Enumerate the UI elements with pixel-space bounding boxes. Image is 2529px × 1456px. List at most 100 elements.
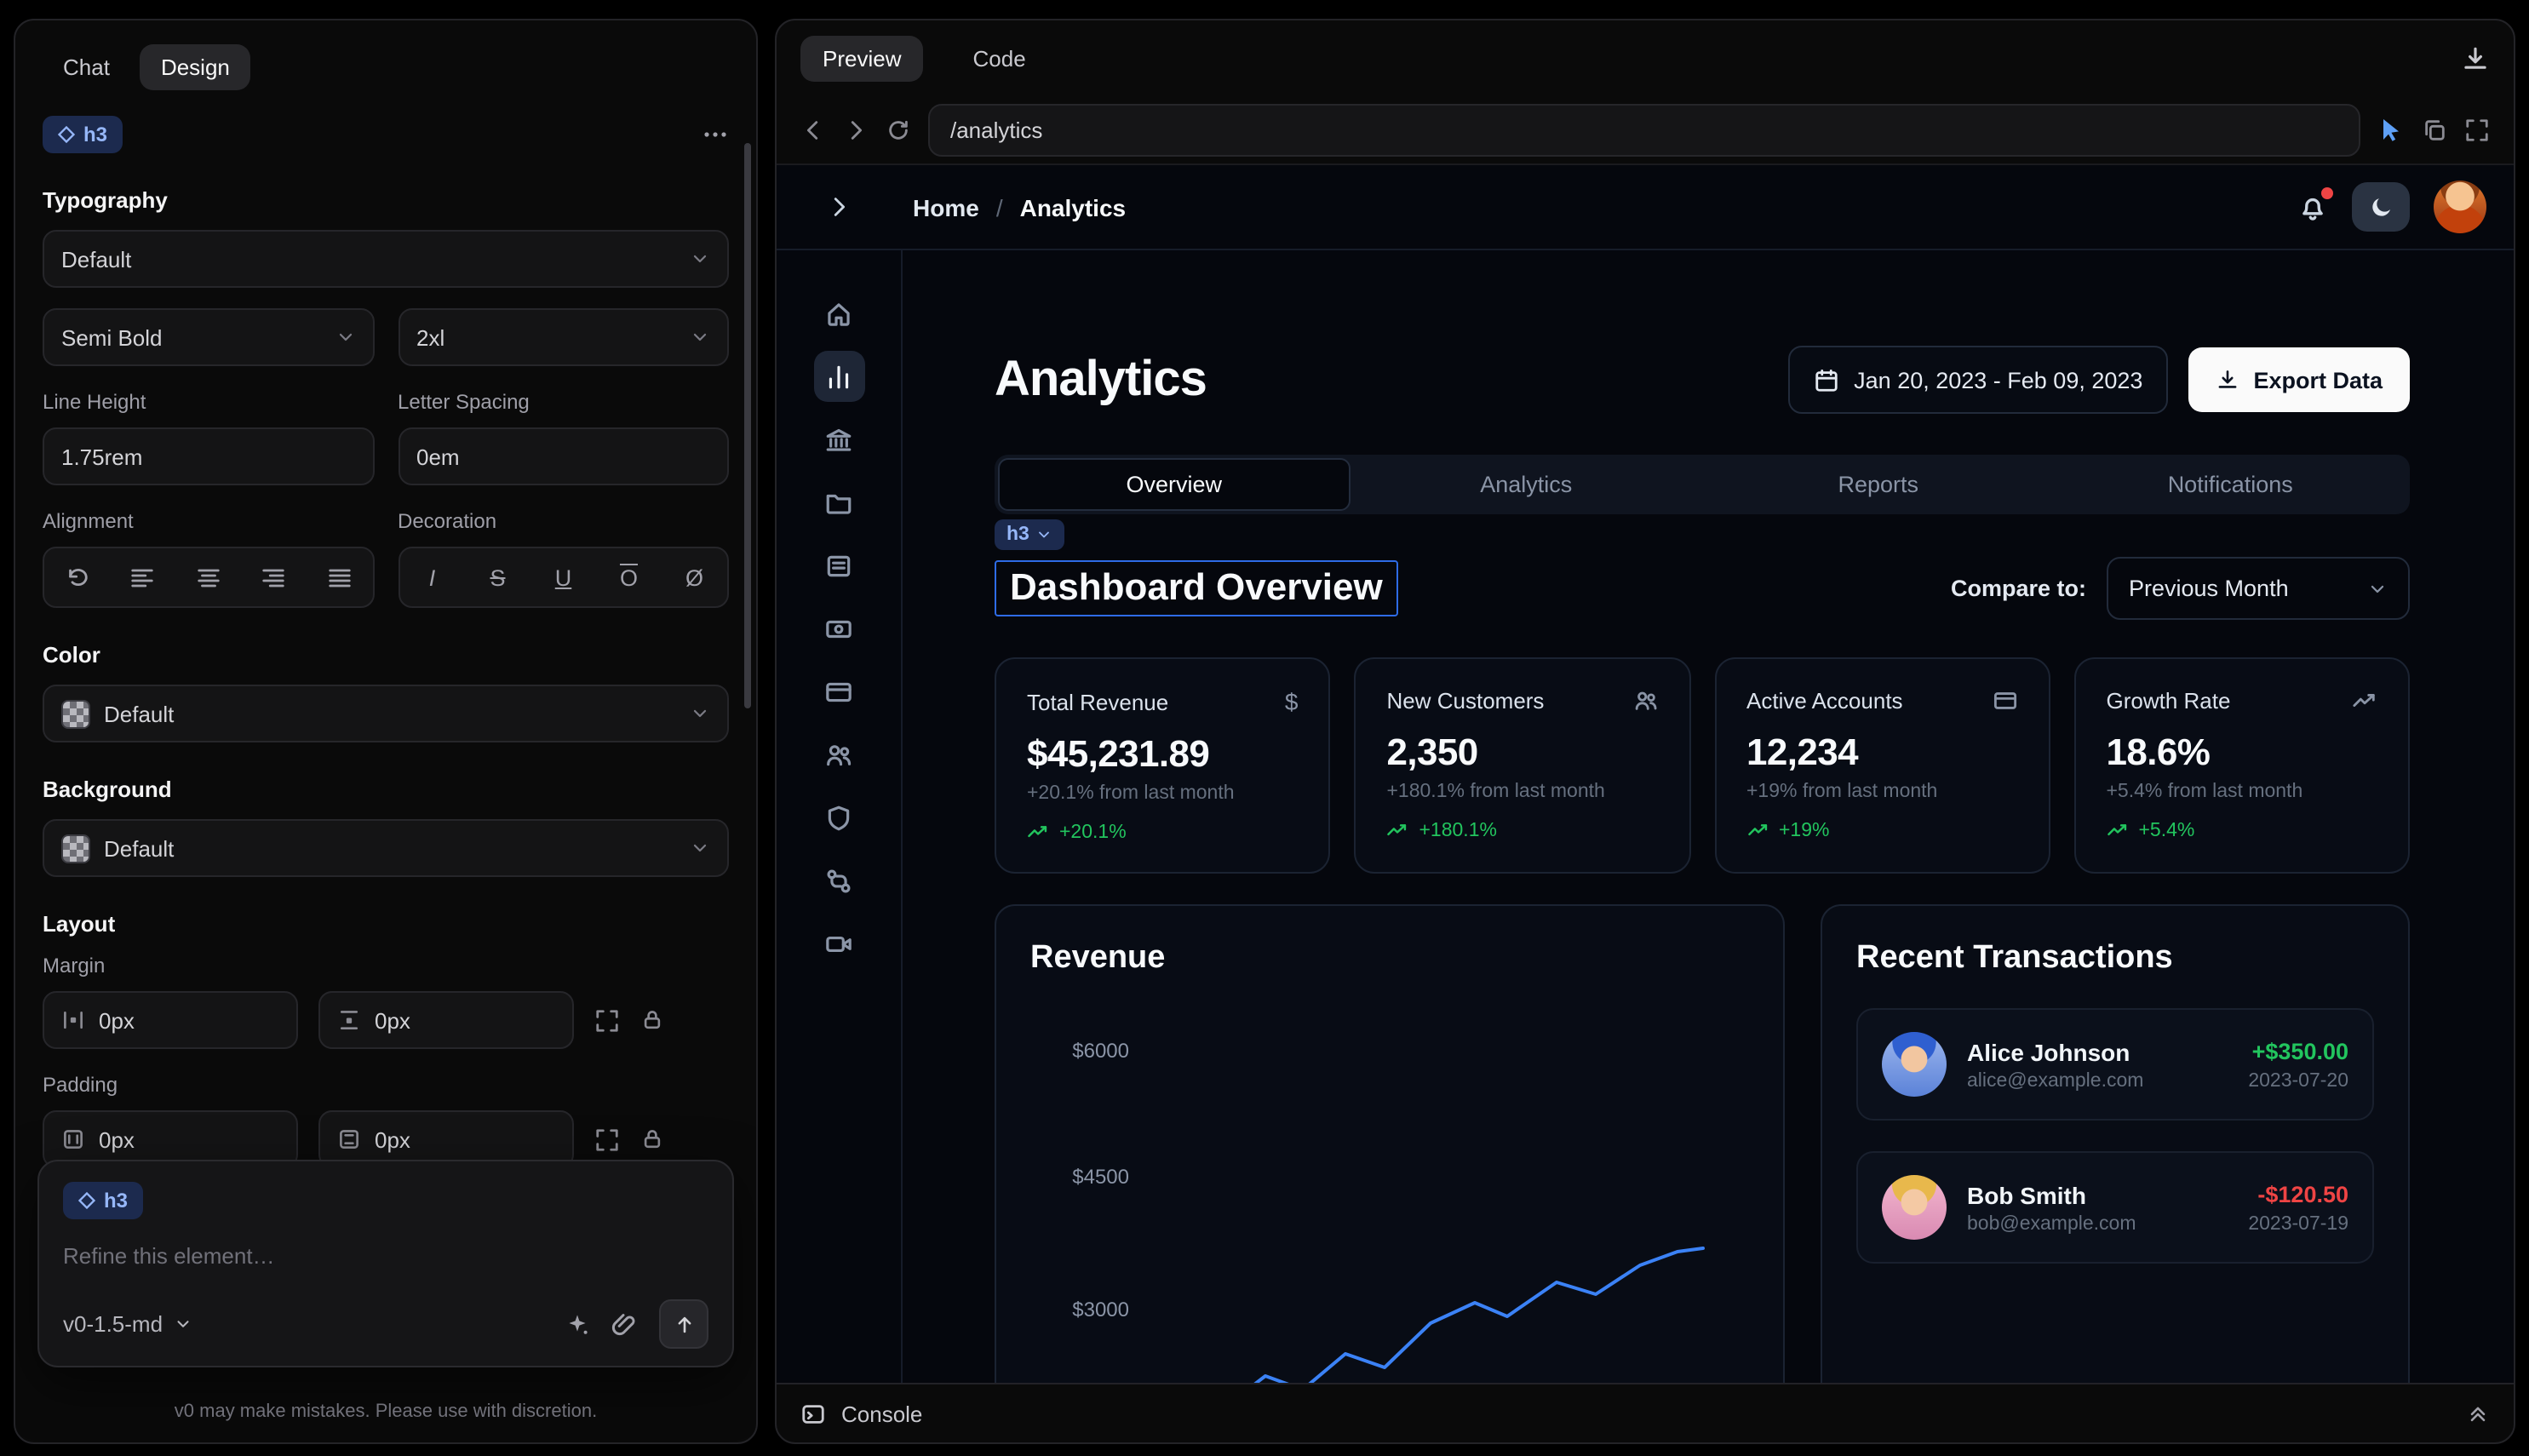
align-justify-icon[interactable]	[314, 555, 365, 599]
tab-design[interactable]: Design	[140, 43, 250, 89]
tab-code[interactable]: Code	[951, 35, 1048, 81]
tab-preview[interactable]: Preview	[800, 35, 924, 81]
refine-chat-box: h3 Refine this element… v0-1.5-md	[37, 1160, 734, 1367]
stat-card-total-revenue: Total Revenue$ $45,231.89 +20.1% from la…	[995, 657, 1331, 874]
sidebar-home-icon[interactable]	[813, 288, 864, 339]
font-weight-select[interactable]: Semi Bold	[43, 308, 374, 366]
sidebar-video-icon[interactable]	[813, 918, 864, 969]
inspect-cursor-icon[interactable]	[2377, 116, 2405, 143]
letter-spacing-input[interactable]: 0em	[398, 427, 729, 485]
align-left-icon[interactable]	[118, 555, 169, 599]
chevron-down-icon	[690, 249, 710, 269]
expand-padding-icon[interactable]	[594, 1126, 620, 1152]
sidebar-users-icon[interactable]	[813, 729, 864, 780]
sidebar-banknote-icon[interactable]	[813, 603, 864, 654]
letter-spacing-label: Letter Spacing	[398, 390, 729, 414]
background-select[interactable]: Default	[43, 819, 729, 877]
alignment-label: Alignment	[43, 509, 374, 533]
reset-alignment-icon[interactable]	[52, 555, 103, 599]
tab-analytics[interactable]: Analytics	[1351, 458, 1703, 511]
download-icon[interactable]	[2461, 43, 2490, 72]
theme-toggle-button[interactable]	[2352, 182, 2410, 232]
tab-reports[interactable]: Reports	[1702, 458, 2055, 511]
attach-icon[interactable]	[611, 1310, 639, 1338]
padding-label: Padding	[43, 1073, 729, 1097]
sidebar-shield-icon[interactable]	[813, 792, 864, 843]
selection-tag-badge[interactable]: h3	[995, 519, 1065, 550]
padding-vertical-icon	[337, 1127, 361, 1151]
transactions-title: Recent Transactions	[1856, 940, 2374, 977]
sparkle-icon[interactable]	[564, 1310, 591, 1338]
align-center-icon[interactable]	[183, 555, 234, 599]
trending-up-icon	[1027, 821, 1049, 843]
margin-horizontal-icon	[61, 1008, 85, 1032]
overline-icon[interactable]: O	[604, 555, 655, 599]
align-right-icon[interactable]	[249, 555, 300, 599]
italic-icon[interactable]: I	[407, 555, 458, 599]
compare-label: Compare to:	[1951, 576, 2086, 601]
expand-margin-icon[interactable]	[594, 1007, 620, 1033]
tab-notifications[interactable]: Notifications	[2055, 458, 2407, 511]
sidebar-credit-card-icon[interactable]	[813, 666, 864, 717]
color-select[interactable]: Default	[43, 685, 729, 742]
fullscreen-icon[interactable]	[2464, 117, 2490, 142]
chevron-down-icon	[690, 838, 710, 858]
font-family-select[interactable]: Default	[43, 230, 729, 288]
lock-padding-icon[interactable]	[640, 1127, 664, 1151]
layout-section-label: Layout	[43, 911, 729, 937]
sidebar-analytics-icon[interactable]	[813, 351, 864, 402]
trending-up-icon	[1387, 819, 1409, 841]
strikethrough-icon[interactable]: S	[473, 555, 524, 599]
sidebar-bank-icon[interactable]	[813, 414, 864, 465]
background-section-label: Background	[43, 777, 729, 802]
underline-icon[interactable]: U	[538, 555, 589, 599]
transaction-row[interactable]: Bob Smith bob@example.com -$120.50 2023-…	[1856, 1151, 2374, 1264]
margin-y-input[interactable]: 0px	[318, 991, 574, 1049]
panel-tabs: Chat Design	[43, 37, 729, 95]
tab-overview[interactable]: Overview	[998, 458, 1351, 511]
color-section-label: Color	[43, 642, 729, 668]
model-select[interactable]: v0-1.5-md	[63, 1311, 192, 1337]
dollar-icon: $	[1285, 688, 1299, 715]
refresh-icon[interactable]	[886, 117, 911, 142]
expand-console-icon[interactable]	[2466, 1402, 2490, 1425]
panel-scrollbar[interactable]	[744, 143, 751, 708]
sidebar-toggle-icon[interactable]	[804, 194, 872, 220]
font-size-select[interactable]: 2xl	[398, 308, 729, 366]
clear-decoration-icon[interactable]: Ø	[669, 555, 720, 599]
chevron-down-icon	[2367, 578, 2388, 599]
back-icon[interactable]	[800, 117, 826, 142]
more-options-icon[interactable]	[702, 121, 729, 148]
sidebar-folder-icon[interactable]	[813, 477, 864, 528]
v0-workspace: Chat Design h3 Typography Default Semi B…	[0, 0, 2529, 1456]
lock-margin-icon[interactable]	[640, 1008, 664, 1032]
breadcrumb-home[interactable]: Home	[913, 193, 979, 221]
chat-element-badge[interactable]: h3	[63, 1182, 143, 1219]
margin-x-input[interactable]: 0px	[43, 991, 298, 1049]
console-bar[interactable]: Console	[777, 1383, 2514, 1442]
send-button[interactable]	[659, 1299, 708, 1349]
address-bar[interactable]: /analytics	[928, 103, 2360, 156]
refine-input[interactable]: Refine this element…	[63, 1243, 708, 1269]
transaction-row[interactable]: Alice Johnson alice@example.com +$350.00…	[1856, 1008, 2374, 1121]
transaction-date: 2023-07-20	[2248, 1070, 2348, 1091]
tab-chat[interactable]: Chat	[43, 43, 130, 89]
selected-heading[interactable]: Dashboard Overview	[995, 560, 1398, 616]
calendar-icon	[1813, 367, 1838, 393]
user-avatar[interactable]	[2434, 181, 2486, 233]
compare-select[interactable]: Previous Month	[2107, 557, 2410, 620]
forward-icon[interactable]	[843, 117, 869, 142]
date-range-button[interactable]: Jan 20, 2023 - Feb 09, 2023	[1787, 346, 2168, 414]
disclaimer-text: v0 may make mistakes. Please use with di…	[15, 1402, 756, 1422]
sidebar-receipt-icon[interactable]	[813, 540, 864, 591]
notification-dot	[2321, 186, 2333, 198]
copy-icon[interactable]	[2422, 117, 2447, 142]
selected-element-badge[interactable]: h3	[43, 116, 123, 153]
line-height-input[interactable]: 1.75rem	[43, 427, 374, 485]
app-sidebar	[777, 250, 903, 1383]
diamond-icon	[58, 126, 75, 143]
export-data-button[interactable]: Export Data	[2188, 347, 2410, 412]
sidebar-workflow-icon[interactable]	[813, 855, 864, 906]
notifications-bell-icon[interactable]	[2297, 192, 2328, 222]
users-icon	[1632, 688, 1658, 714]
